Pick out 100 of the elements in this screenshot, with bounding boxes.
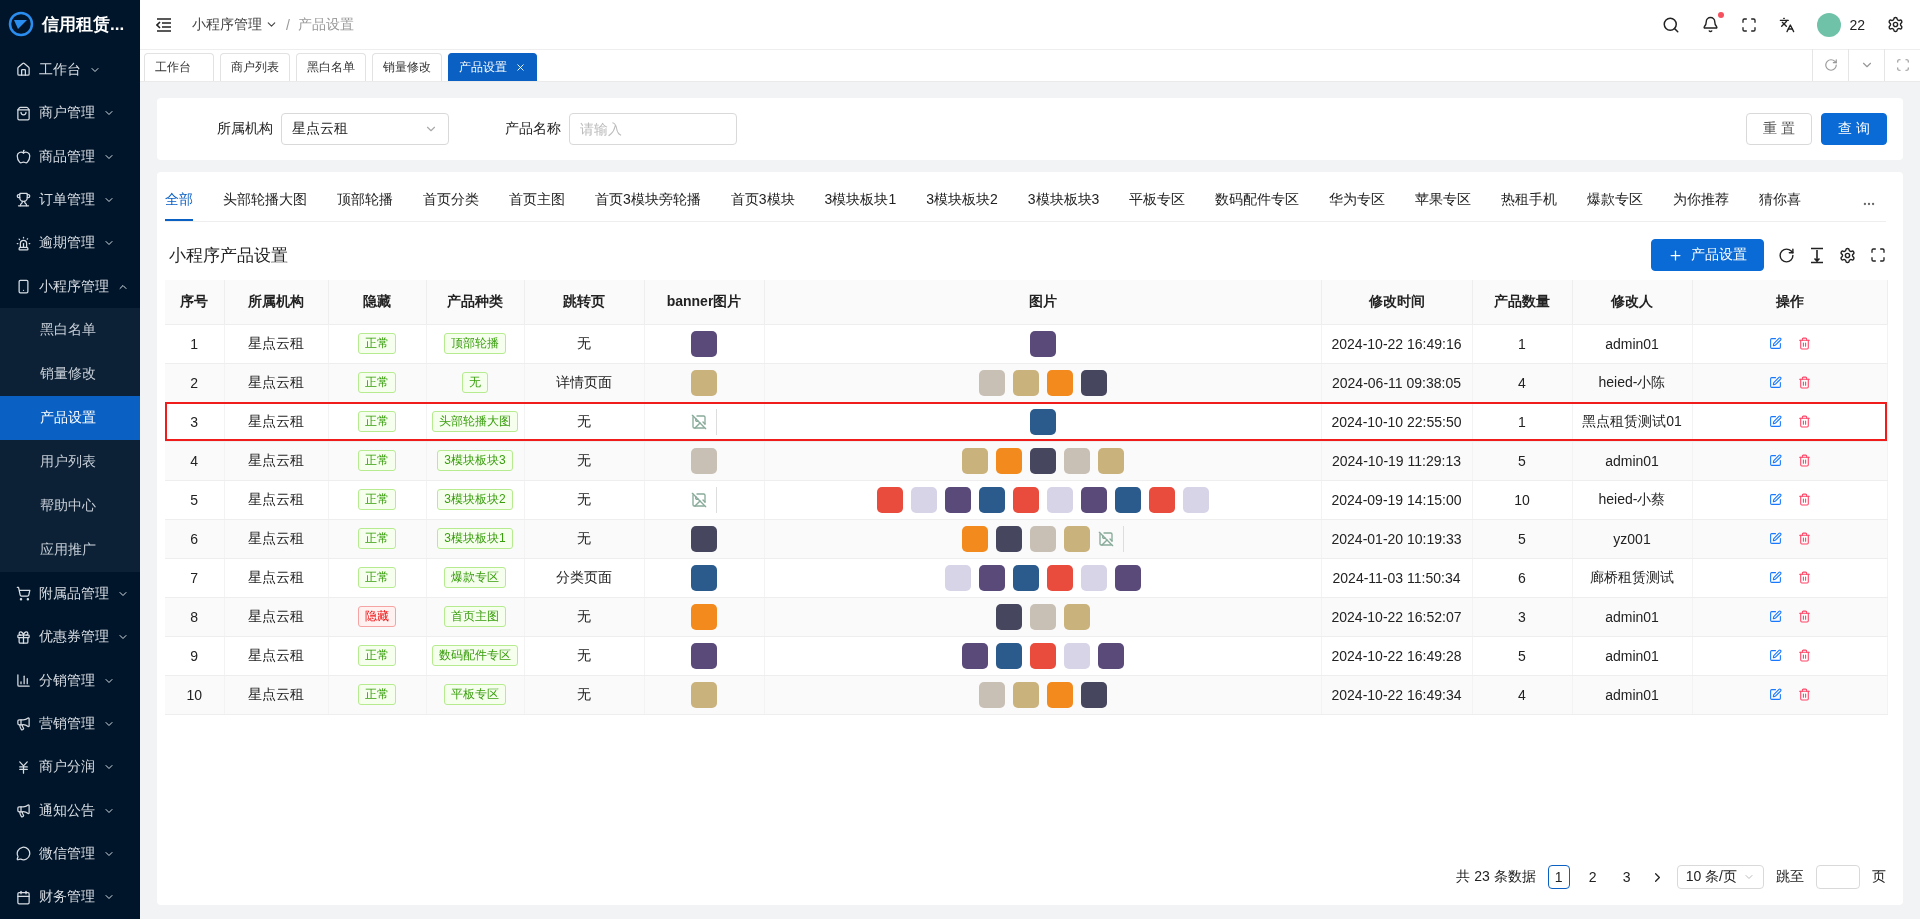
category-tab[interactable]: 猜你喜 <box>1759 191 1802 221</box>
page-tab[interactable]: 产品设置 <box>448 53 537 81</box>
table-cell: 无 <box>524 675 644 714</box>
edit-icon[interactable] <box>1768 376 1782 389</box>
delete-icon[interactable] <box>1797 415 1811 428</box>
delete-icon[interactable] <box>1797 649 1811 662</box>
menu-fold-icon[interactable] <box>156 17 172 32</box>
category-tab[interactable]: 爆款专区 <box>1587 191 1644 221</box>
delete-icon[interactable] <box>1797 532 1811 545</box>
category-tab[interactable]: 3模块板块2 <box>926 191 998 221</box>
input-field[interactable]: 请输入 <box>569 113 737 145</box>
settings-icon[interactable] <box>1887 16 1904 33</box>
page-tab[interactable]: 工作台 <box>144 53 214 81</box>
translate-icon[interactable] <box>1779 16 1796 33</box>
sidebar-item[interactable]: 附属品管理 <box>0 572 140 616</box>
status-tag: 隐藏 <box>358 606 396 627</box>
category-tab[interactable]: 华为专区 <box>1329 191 1386 221</box>
sidebar-item[interactable]: 订单管理 <box>0 178 140 222</box>
close-icon[interactable] <box>515 62 526 73</box>
sidebar-subitem[interactable]: 应用推广 <box>0 528 140 573</box>
breadcrumb-link[interactable]: 小程序管理 <box>192 15 278 34</box>
org-select[interactable]: 星点云租 <box>281 113 449 145</box>
page-button[interactable]: 2 <box>1581 865 1604 889</box>
table-cell: 2024-01-20 10:19:33 <box>1321 519 1472 558</box>
sidebar-subitem[interactable]: 销量修改 <box>0 352 140 397</box>
edit-icon[interactable] <box>1768 532 1782 545</box>
table-cell: yz001 <box>1572 519 1692 558</box>
table-cell: 星点云租 <box>224 675 328 714</box>
refresh-icon[interactable] <box>1778 246 1795 264</box>
sidebar-item[interactable]: 优惠券管理 <box>0 615 140 659</box>
category-tab[interactable]: 为你推荐 <box>1673 191 1730 221</box>
page-input[interactable] <box>1816 865 1860 889</box>
edit-icon[interactable] <box>1768 688 1782 701</box>
category-tab[interactable]: 顶部轮播 <box>337 191 393 221</box>
category-tab[interactable]: 首页分类 <box>423 191 479 221</box>
avatar[interactable] <box>1817 12 1842 37</box>
sidebar-item[interactable]: 营销管理 <box>0 702 140 746</box>
page-tab[interactable]: 黑白名单 <box>296 53 366 81</box>
delete-icon[interactable] <box>1797 610 1811 623</box>
table-cell: 星点云租 <box>224 402 328 441</box>
table-cell: 2024-10-22 16:49:34 <box>1321 675 1472 714</box>
fullscreen-icon[interactable] <box>1741 16 1758 33</box>
menu-icon <box>16 235 31 251</box>
delete-icon[interactable] <box>1797 454 1811 467</box>
edit-icon[interactable] <box>1768 493 1782 506</box>
category-tab[interactable]: 头部轮播大图 <box>223 191 307 221</box>
sidebar-subitem[interactable]: 产品设置 <box>0 396 140 441</box>
category-tab[interactable]: 数码配件专区 <box>1215 191 1300 221</box>
sidebar-item[interactable]: 商户分润 <box>0 745 140 789</box>
edit-icon[interactable] <box>1768 337 1782 350</box>
reset-button[interactable]: 重 置 <box>1746 113 1813 145</box>
sidebar-item[interactable]: 逾期管理 <box>0 221 140 265</box>
delete-icon[interactable] <box>1797 688 1811 701</box>
category-tab[interactable]: 平板专区 <box>1129 191 1186 221</box>
sidebar-subitem[interactable]: 用户列表 <box>0 440 140 485</box>
page-button[interactable]: 3 <box>1615 865 1638 889</box>
table-cell: admin01 <box>1572 636 1692 675</box>
sidebar-item[interactable]: 分销管理 <box>0 658 140 703</box>
fullscreen-icon[interactable] <box>1870 247 1886 263</box>
sidebar-item[interactable]: 小程序管理 <box>0 264 140 309</box>
category-tab[interactable]: 全部 <box>165 191 193 221</box>
page-suffix: 页 <box>1872 868 1886 886</box>
sidebar-item[interactable]: 商户管理 <box>0 91 140 135</box>
category-tab[interactable]: 3模块板块3 <box>1027 191 1100 221</box>
row-height-icon[interactable] <box>1809 246 1825 264</box>
table-cell: 10 <box>1472 480 1572 519</box>
category-tab[interactable]: 苹果专区 <box>1415 191 1472 221</box>
page-button[interactable]: 1 <box>1547 865 1570 889</box>
sidebar-subitem[interactable]: 黑白名单 <box>0 308 140 353</box>
edit-icon[interactable] <box>1768 610 1782 623</box>
page-tab[interactable]: 销量修改 <box>372 53 442 81</box>
settings-icon[interactable] <box>1839 246 1856 264</box>
delete-icon[interactable] <box>1797 493 1811 506</box>
menu-icon <box>16 716 31 732</box>
sidebar-item[interactable]: 财务管理 <box>0 875 140 919</box>
sidebar-item[interactable]: 工作台 <box>0 48 140 92</box>
edit-icon[interactable] <box>1768 649 1782 662</box>
category-tab[interactable]: 首页3模块旁轮播 <box>595 191 701 221</box>
sidebar-item[interactable]: 商品管理 <box>0 134 140 179</box>
page-tab[interactable]: 商户列表 <box>220 53 290 81</box>
table-cell: 6 <box>165 519 224 558</box>
column-header: 产品种类 <box>426 280 524 324</box>
edit-icon[interactable] <box>1768 571 1782 584</box>
add-button[interactable]: 产品设置 <box>1651 239 1764 271</box>
sidebar-item[interactable]: 微信管理 <box>0 832 140 876</box>
category-tab[interactable]: 热租手机 <box>1501 191 1558 221</box>
category-tab[interactable]: 首页主图 <box>509 191 565 221</box>
delete-icon[interactable] <box>1797 376 1811 389</box>
sidebar-subitem[interactable]: 帮助中心 <box>0 484 140 529</box>
delete-icon[interactable] <box>1797 571 1811 584</box>
query-button[interactable]: 查 询 <box>1821 113 1887 145</box>
page-size-select[interactable]: 10 条/页 <box>1676 865 1764 889</box>
category-tag: 3模块板块2 <box>437 489 513 510</box>
category-tab[interactable]: 首页3模块 <box>730 191 795 221</box>
search-icon[interactable] <box>1662 15 1681 34</box>
delete-icon[interactable] <box>1797 337 1811 350</box>
edit-icon[interactable] <box>1768 415 1782 428</box>
edit-icon[interactable] <box>1768 454 1782 467</box>
category-tab[interactable]: 3模块板块1 <box>824 191 897 221</box>
sidebar-item[interactable]: 通知公告 <box>0 788 140 833</box>
